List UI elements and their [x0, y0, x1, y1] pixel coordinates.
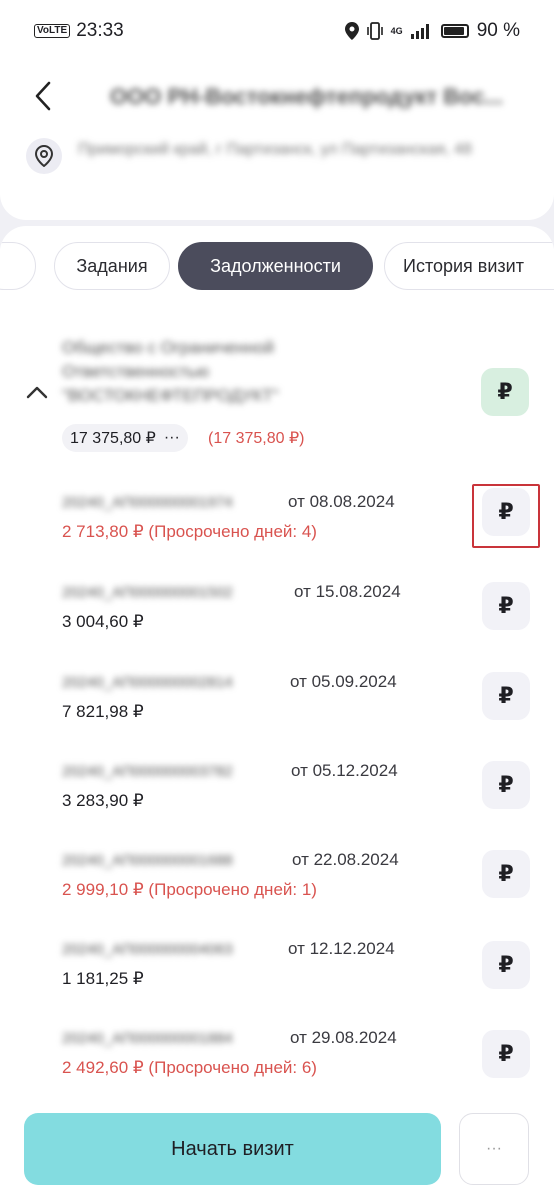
clock: 23:33: [76, 20, 124, 41]
ruble-icon: ₽: [498, 593, 514, 618]
document-date: от 15.08.2024: [294, 582, 401, 601]
group-name: Общество с Ограниченной Ответственностью…: [62, 338, 279, 405]
document-date: от 29.08.2024: [290, 1028, 397, 1047]
location-status-icon: [344, 22, 359, 40]
pay-button[interactable]: ₽: [482, 941, 530, 989]
overdue-total: (17 375,80 ₽): [208, 430, 305, 447]
debt-amount: 2 999,10 ₽ (Просрочено дней: 1): [62, 880, 317, 899]
selection-highlight: [472, 484, 540, 548]
pay-button[interactable]: ₽: [482, 582, 530, 630]
tab-bar: Задания Задолженности История визит: [0, 242, 554, 290]
group-ruble-button[interactable]: ₽: [481, 368, 529, 416]
document-date: от 05.09.2024: [290, 672, 397, 691]
debt-amount: 3 004,60 ₽: [62, 612, 144, 631]
debt-row: 20240_АП000000001884 от 29.08.2024 2 492…: [0, 1028, 554, 1110]
debt-row: 20240_АП000000001502 от 15.08.2024 3 004…: [0, 582, 554, 664]
document-date: от 12.12.2024: [288, 939, 395, 958]
document-number: 20240_АП000000001502: [62, 584, 233, 601]
total-amount: 17 375,80 ₽: [70, 430, 156, 447]
document-date: от 05.12.2024: [291, 761, 398, 780]
debt-row: 20240_АП000000003782 от 05.12.2024 3 283…: [0, 761, 554, 843]
pay-button[interactable]: ₽: [482, 672, 530, 720]
status-left: VoLTE 23:33: [34, 20, 124, 42]
vibrate-icon: [366, 22, 383, 40]
document-number: 20240_АП000000004063: [62, 941, 233, 958]
battery-level: 90 %: [476, 20, 520, 41]
ruble-icon: ₽: [498, 683, 514, 708]
debt-group: Общество с Ограниченной Ответственностью…: [0, 336, 554, 456]
ruble-icon: ₽: [498, 1041, 514, 1066]
debt-row: 20240_АП000000002814 от 05.09.2024 7 821…: [0, 672, 554, 754]
debt-amount: 1 181,25 ₽: [62, 969, 144, 988]
battery-icon: [440, 24, 469, 38]
ruble-icon: ₽: [498, 772, 514, 797]
status-right: 4G 90 %: [344, 20, 520, 42]
network-type: 4G: [390, 25, 403, 36]
tab-debts[interactable]: Задолженности: [178, 242, 373, 290]
ruble-icon: ₽: [497, 379, 513, 404]
tab-tasks[interactable]: Задания: [54, 242, 170, 290]
ruble-icon: ₽: [498, 861, 514, 886]
pay-button[interactable]: ₽: [482, 850, 530, 898]
debt-row: 20240_АП000000001974 от 08.08.2024 2 713…: [0, 488, 554, 574]
tab-previous[interactable]: [0, 242, 36, 290]
chevron-left-icon: [35, 81, 51, 111]
debt-row: 20240_АП000000001688 от 22.08.2024 2 999…: [0, 850, 554, 932]
status-bar: VoLTE 23:33 4G 90 %: [0, 0, 554, 62]
more-dots-icon[interactable]: ···: [164, 429, 180, 447]
pay-button[interactable]: ₽: [482, 1030, 530, 1078]
ruble-icon: ₽: [498, 952, 514, 977]
location-pin-icon: [26, 138, 62, 174]
document-date: от 08.08.2024: [288, 492, 395, 511]
volte-icon: VoLTE: [34, 24, 71, 38]
document-number: 20240_АП000000001974: [62, 494, 233, 511]
total-chip: 17 375,80 ₽ ···: [62, 424, 188, 452]
tab-visit-history[interactable]: История визит: [384, 242, 554, 290]
document-number: 20240_АП000000001884: [62, 1030, 233, 1047]
debt-amount: 3 283,90 ₽: [62, 791, 144, 810]
more-options-button[interactable]: ···: [459, 1113, 529, 1185]
address: Приморский край, г Партизанск, ул Партиз…: [78, 141, 472, 158]
document-date: от 22.08.2024: [292, 850, 399, 869]
debt-row: 20240_АП000000004063 от 12.12.2024 1 181…: [0, 939, 554, 1021]
document-number: 20240_АП000000002814: [62, 674, 233, 691]
pay-button[interactable]: ₽: [482, 761, 530, 809]
back-button[interactable]: [26, 76, 60, 116]
page-title: ООО РН-Востокнефтепродукт Вос...: [110, 84, 503, 109]
start-visit-button[interactable]: Начать визит: [24, 1113, 441, 1185]
document-number: 20240_АП000000003782: [62, 763, 233, 780]
chevron-up-icon[interactable]: [24, 380, 50, 406]
document-number: 20240_АП000000001688: [62, 852, 233, 869]
debt-amount: 2 492,60 ₽ (Просрочено дней: 6): [62, 1058, 317, 1077]
debt-amount: 2 713,80 ₽ (Просрочено дней: 4): [62, 522, 317, 541]
debt-amount: 7 821,98 ₽: [62, 702, 144, 721]
content-panel: Задания Задолженности История визит Обще…: [0, 226, 554, 1200]
header: ООО РН-Востокнефтепродукт Вос... Приморс…: [0, 62, 554, 220]
signal-icon: [410, 24, 429, 39]
